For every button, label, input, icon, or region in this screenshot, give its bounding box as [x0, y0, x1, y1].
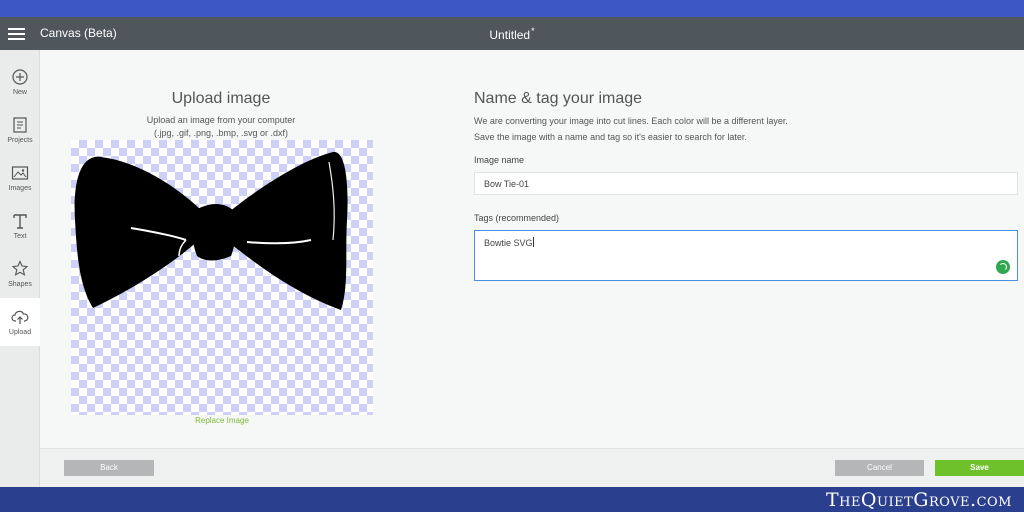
upload-subtitle-line2: (.jpg, .gif, .png, .bmp, .svg or .dxf) [153, 128, 289, 138]
sidebar-item-upload[interactable]: Upload [0, 298, 40, 346]
cloud-upload-icon [11, 310, 29, 324]
image-name-value: Bow Tie-01 [484, 179, 530, 189]
cancel-button[interactable]: Cancel [835, 460, 924, 476]
name-tag-desc-line1: We are converting your image into cut li… [474, 116, 788, 126]
watermark-text: TheQuietGrove.com [825, 489, 1012, 511]
tags-value: Bowtie SVG [484, 238, 533, 248]
tags-field[interactable]: Bowtie SVG [474, 230, 1018, 281]
document-title-text: Untitled [489, 28, 531, 42]
sidebar-item-label: Images [8, 185, 32, 192]
name-tag-desc-line2: Save the image with a name and tag so it… [474, 132, 747, 142]
save-button[interactable]: Save [935, 460, 1024, 476]
unsaved-indicator: * [531, 26, 535, 36]
upload-subtitle: Upload an image from your computer (.jpg… [40, 114, 402, 140]
sidebar-item-new[interactable]: New [0, 58, 40, 106]
image-icon [11, 166, 29, 180]
text-icon [13, 214, 27, 229]
sidebar-item-label: Projects [7, 137, 33, 144]
name-tag-title: Name & tag your image [474, 90, 643, 107]
name-tag-description: We are converting your image into cut li… [474, 113, 994, 145]
loading-spinner-icon [996, 260, 1010, 274]
top-banner-band [0, 0, 1024, 17]
image-name-label: Image name [474, 155, 525, 165]
plus-circle-icon [12, 69, 28, 85]
document-title: Untitled* [0, 26, 1024, 42]
sidebar-item-text[interactable]: Text [0, 202, 40, 250]
sidebar-item-shapes[interactable]: Shapes [0, 250, 40, 298]
tags-label: Tags (recommended) [474, 213, 560, 223]
back-button[interactable]: Back [64, 460, 154, 476]
sidebar-item-images[interactable]: Images [0, 154, 40, 202]
sidebar-item-label: Upload [8, 329, 32, 336]
shapes-icon [11, 260, 29, 276]
sidebar-item-projects[interactable]: Projects [0, 106, 40, 154]
sidebar: New Projects Images Text Shapes Upload [0, 50, 40, 487]
app-header: Canvas (Beta) Untitled* [0, 17, 1024, 50]
sidebar-item-label: Text [13, 233, 27, 240]
bow-tie-image [74, 151, 348, 310]
upload-title: Upload image [171, 90, 271, 107]
projects-icon [13, 117, 27, 133]
text-caret [532, 237, 534, 247]
sidebar-item-label: Shapes [8, 281, 32, 288]
image-preview [71, 140, 373, 415]
replace-image-link[interactable]: Replace Image [71, 416, 373, 425]
sidebar-item-label: New [12, 89, 27, 96]
image-name-field[interactable]: Bow Tie-01 [474, 172, 1018, 195]
upload-subtitle-line1: Upload an image from your computer [146, 115, 296, 125]
